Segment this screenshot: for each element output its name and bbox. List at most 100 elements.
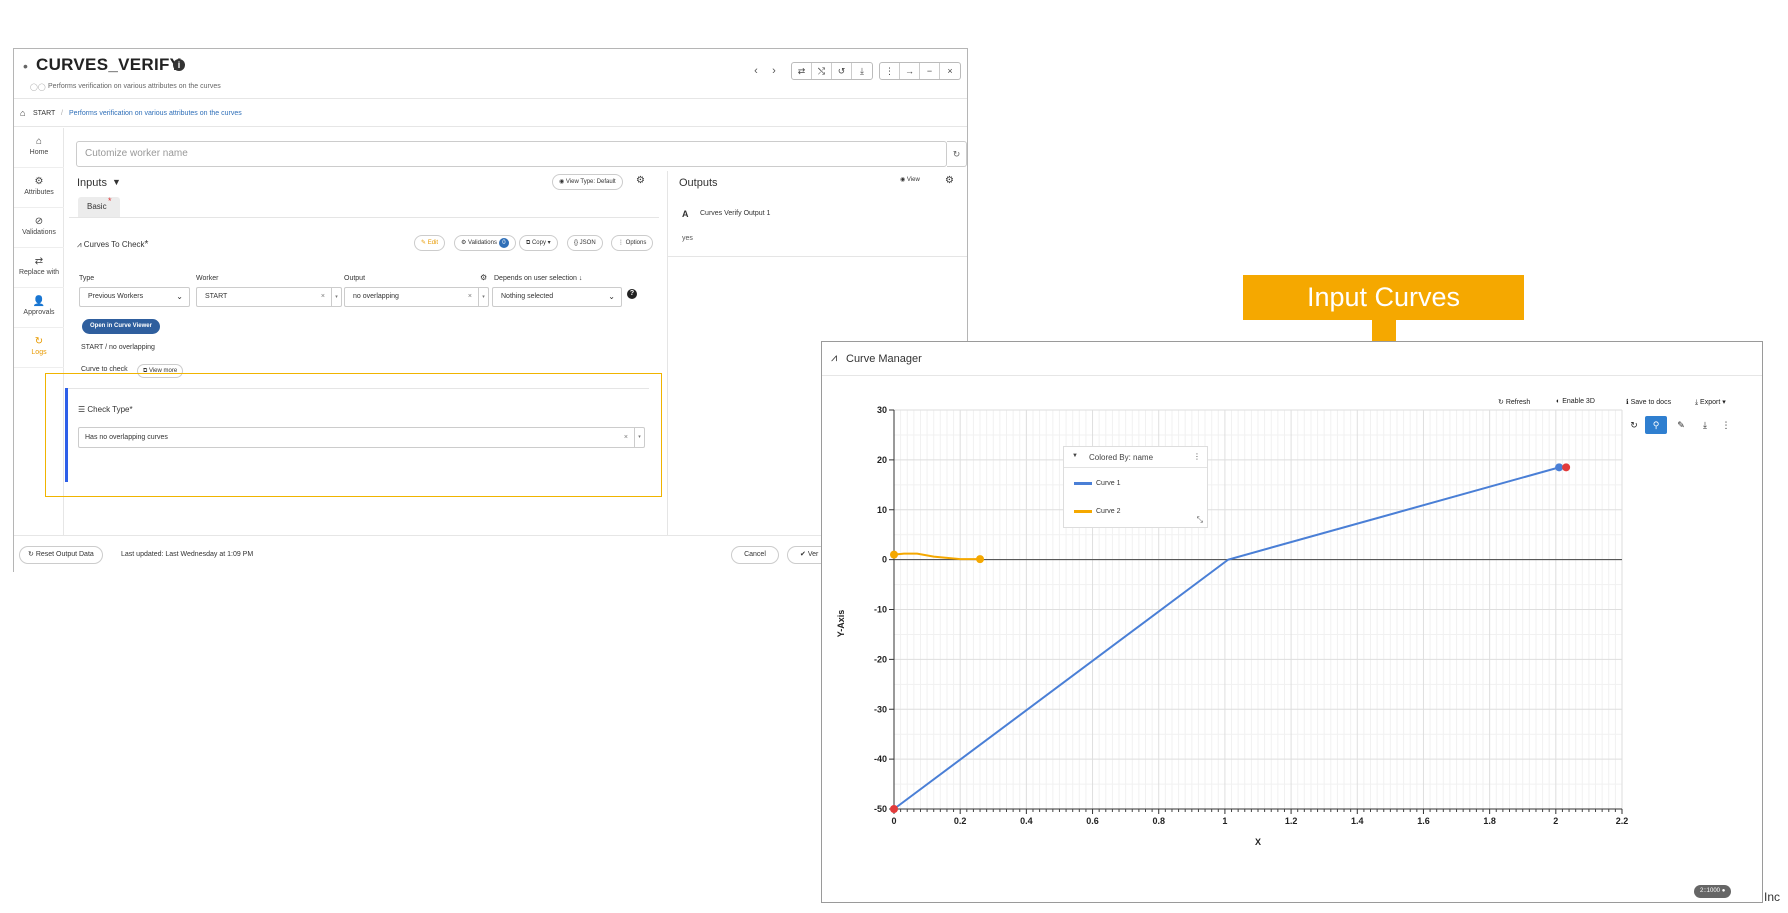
panel-splitter[interactable] (667, 171, 668, 535)
download-icon[interactable]: ⤓ (852, 63, 872, 79)
clear-icon[interactable]: × (624, 428, 628, 447)
x-tick-label: 2 (1553, 816, 1558, 826)
worker-select[interactable]: START × ▾ (196, 287, 342, 307)
type-value: Previous Workers (88, 293, 144, 300)
outputs-gear-icon[interactable]: ⚙ (945, 175, 954, 186)
inputs-gear-icon[interactable]: ⚙ (636, 175, 645, 186)
x-tick-label: 0.8 (1152, 816, 1165, 826)
chart-legend[interactable]: ▼ Colored By: name ⋮ Curve 1 Curve 2 ⤡ (1063, 446, 1208, 528)
validation-icon: ⊘ (34, 216, 44, 227)
legend-item[interactable]: Curve 2 (1074, 508, 1121, 515)
copy-button[interactable]: ⧉ Copy ▾ (519, 235, 558, 251)
eye-icon: ◉ (900, 177, 907, 183)
minimize-icon[interactable]: − (920, 63, 940, 79)
dropdown-icon[interactable]: ▾ (331, 288, 341, 306)
curve-1-end-highlight (1562, 463, 1571, 472)
required-marker: * (129, 405, 133, 414)
clear-icon[interactable]: × (468, 288, 472, 306)
y-axis-label: Y-Axis (836, 610, 846, 638)
favorite-icon[interactable]: • (23, 58, 28, 74)
open-curve-viewer-button[interactable]: Open in Curve Viewer (82, 319, 160, 334)
arrow-right-icon[interactable]: → (900, 63, 920, 79)
view-label: View (906, 177, 920, 183)
dropdown-icon[interactable]: ▾ (634, 428, 644, 447)
column-gear-icon[interactable]: ⚙ (480, 273, 487, 282)
prev-button[interactable]: ‹ (749, 65, 763, 77)
json-button[interactable]: {} JSON (567, 235, 603, 251)
legend-swatch (1074, 509, 1092, 513)
legend-item[interactable]: Curve 1 (1074, 480, 1121, 487)
sidebar-item-attributes[interactable]: ⚙ Attributes (14, 168, 64, 208)
inputs-heading: Inputs (77, 177, 107, 189)
outputs-view-button[interactable]: ◉ View (900, 176, 920, 183)
sidebar-item-label: Attributes (24, 189, 54, 196)
sidebar-item-approvals[interactable]: 👤 Approvals (14, 288, 64, 328)
legend-header[interactable]: ▼ Colored By: name ⋮ (1064, 447, 1207, 468)
home-icon[interactable]: ⌂ (20, 108, 25, 118)
reset-label: Reset Output Data (35, 551, 94, 558)
output-select[interactable]: no overlapping × ▾ (344, 287, 489, 307)
resize-handle-icon[interactable]: ⤡ (1197, 515, 1203, 525)
options-button[interactable]: ⋮ Options (611, 235, 654, 251)
chart-line-icon: ⩘ (77, 240, 84, 249)
window-controls: ⋮ → − × (879, 62, 961, 80)
x-tick-label: 1 (1222, 816, 1227, 826)
curve-manager-window: ⩘ Curve Manager ↻ Refresh ◐ Enable 3D ℹ … (821, 341, 1763, 903)
sidebar-item-home[interactable]: ⌂ Home (14, 128, 64, 168)
info-icon[interactable]: i (173, 59, 185, 71)
required-marker: * (144, 239, 149, 250)
output-name: Curves Verify Output 1 (700, 210, 771, 217)
more-icon[interactable]: ⋮ (1193, 452, 1201, 461)
depends-value: Nothing selected (501, 293, 554, 300)
sidebar-item-label: Replace with (18, 269, 60, 276)
y-tick-label: -20 (874, 654, 887, 664)
curve-1-start-point (890, 805, 898, 813)
tab-basic[interactable]: Basic * (78, 196, 120, 217)
sidebar-item-logs[interactable]: ↻ Logs (14, 328, 64, 368)
worker-description: Performs verification on various attribu… (48, 83, 221, 90)
gear-icon: ⚙ (34, 176, 44, 187)
refresh-name-icon[interactable]: ↻ (947, 141, 967, 167)
more-icon[interactable]: ⋮ (880, 63, 900, 79)
check-type-select[interactable]: Has no overlapping curves × ▾ (78, 427, 645, 448)
filter-icon[interactable]: ▼ (112, 177, 121, 187)
breadcrumb-current[interactable]: Performs verification on various attribu… (69, 110, 242, 117)
curve-to-check-label: Curve to check (81, 366, 128, 373)
worker-name-input[interactable]: Cutomize worker name (76, 141, 947, 167)
edit-button[interactable]: ✎ Edit (414, 235, 446, 251)
validations-label: Validations (468, 240, 497, 246)
clear-icon[interactable]: × (321, 288, 325, 306)
window-header: • CURVES_VERIFY i ◯◯ Performs verificati… (14, 49, 967, 99)
sampling-badge[interactable]: 2::1000 ● (1694, 885, 1732, 898)
close-icon[interactable]: × (940, 63, 960, 79)
validations-button[interactable]: ⚙ Validations 0 (454, 235, 516, 251)
next-button[interactable]: › (767, 65, 781, 77)
shuffle-icon[interactable]: ⤭ (812, 63, 832, 79)
edit-label: Edit (427, 240, 439, 246)
dropdown-icon[interactable]: ▾ (478, 288, 488, 306)
caret-down-icon[interactable]: ▼ (1072, 453, 1078, 459)
breadcrumb-root[interactable]: START (33, 110, 55, 117)
required-marker: * (108, 196, 112, 206)
swap-icon[interactable]: ⇄ (792, 63, 812, 79)
legend-swatch (1074, 481, 1092, 485)
selected-path: START / no overlapping (81, 344, 155, 351)
depends-select[interactable]: Nothing selected ⌄ (492, 287, 622, 307)
view-type-button[interactable]: ◉ View Type: Default (552, 174, 623, 190)
sidebar-item-replace-with[interactable]: ⇄ Replace with (14, 248, 64, 288)
undo-icon[interactable]: ↺ (832, 63, 852, 79)
cancel-button[interactable]: Cancel (731, 546, 779, 564)
worker-value: START (205, 293, 228, 300)
logs-icon: ↻ (34, 336, 44, 347)
y-tick-label: -40 (874, 754, 887, 764)
help-icon[interactable]: ? (627, 289, 637, 299)
curve-chart[interactable]: 0 0.2 0.4 0.6 0.8 1 1.2 1.4 1.6 1.8 2 2.2 -50 -40 -30 -… (822, 342, 1762, 902)
x-tick-label: 1.8 (1483, 816, 1496, 826)
sidebar-item-validations[interactable]: ⊘ Validations (14, 208, 64, 248)
check-type-label: ☰ Check Type* (78, 405, 133, 414)
x-axis-label: X (1255, 837, 1261, 847)
reset-output-button[interactable]: ↻ Reset Output Data (19, 546, 103, 564)
legend-label: Curve 1 (1096, 480, 1121, 487)
y-tick-label: 20 (877, 455, 887, 465)
type-select[interactable]: Previous Workers ⌄ (79, 287, 190, 307)
